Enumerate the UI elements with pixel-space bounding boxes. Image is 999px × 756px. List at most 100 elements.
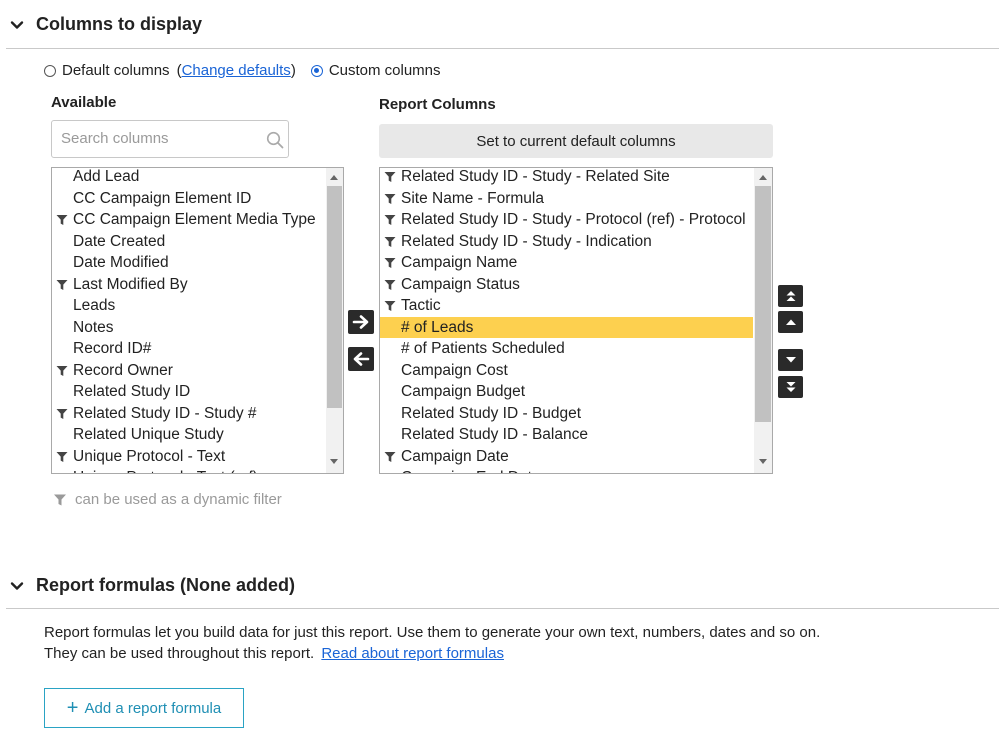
filter-icon — [56, 408, 68, 419]
list-item[interactable]: Unique Protocol - Text — [52, 446, 327, 468]
arrow-left-icon — [353, 352, 370, 366]
search-icon[interactable] — [266, 131, 284, 149]
list-item[interactable]: Campaign Name — [380, 252, 753, 274]
list-item-label: Site Name - Formula — [401, 189, 544, 207]
list-item[interactable]: Related Study ID - Budget — [380, 403, 753, 425]
available-scrollbar-thumb[interactable] — [327, 186, 342, 408]
report-columns-heading: Report Columns — [379, 96, 496, 113]
report-scrollbar-thumb[interactable] — [755, 186, 771, 422]
list-item[interactable]: Last Modified By — [52, 274, 327, 296]
filter-icon — [56, 365, 68, 376]
list-item[interactable]: Add Lead — [52, 168, 327, 188]
list-item[interactable]: Date Modified — [52, 252, 327, 274]
scroll-up-arrow-icon[interactable] — [330, 175, 338, 180]
add-column-button[interactable] — [348, 310, 374, 334]
list-item[interactable]: Record Owner — [52, 360, 327, 382]
list-item[interactable]: Related Study ID - Study - Related Site — [380, 168, 753, 188]
list-item-label: Notes — [73, 318, 114, 336]
filter-icon — [384, 236, 396, 247]
list-item-label: # of Leads — [401, 318, 474, 336]
list-item[interactable]: Record ID# — [52, 338, 327, 360]
arrow-right-icon — [352, 315, 369, 329]
filter-icon — [54, 494, 66, 506]
list-item-label: Related Study ID - Study # — [73, 404, 257, 422]
search-columns-input[interactable] — [52, 121, 261, 155]
list-item[interactable]: Related Study ID - Study - Protocol (ref… — [380, 209, 753, 231]
add-report-formula-button[interactable]: + Add a report formula — [44, 688, 244, 728]
list-item-label: Date Created — [73, 232, 166, 250]
list-item-label: Record ID# — [73, 340, 152, 357]
custom-columns-radio[interactable] — [310, 64, 323, 77]
list-item-label: Campaign Budget — [401, 383, 526, 400]
list-item[interactable]: Campaign Date — [380, 446, 753, 468]
chevron-down-icon[interactable] — [10, 579, 24, 593]
formulas-description-text: They can be used throughout this report. — [44, 645, 315, 662]
formulas-section-title: Report formulas (None added) — [36, 575, 296, 595]
move-down-button[interactable] — [778, 349, 803, 371]
list-item[interactable]: Notes — [52, 317, 327, 339]
list-item[interactable]: Campaign Status — [380, 274, 753, 296]
list-item[interactable]: CC Campaign Element ID — [52, 188, 327, 210]
remove-column-button[interactable] — [348, 347, 374, 371]
list-item[interactable]: Tactic — [380, 295, 753, 317]
scroll-up-arrow-icon[interactable] — [759, 175, 767, 180]
filter-icon — [384, 451, 396, 462]
filter-icon — [56, 215, 68, 225]
list-item[interactable]: Site Name - Formula — [380, 188, 753, 210]
list-item-label: Campaign End Date — [401, 469, 541, 473]
filter-icon — [56, 451, 68, 462]
list-item-label: CC Campaign Element ID — [73, 189, 252, 207]
add-report-formula-label: Add a report formula — [84, 699, 222, 717]
list-item[interactable]: Related Unique Study — [52, 424, 327, 446]
list-item-label: Date Modified — [73, 254, 169, 271]
list-item-label: Related Study ID - Balance — [401, 426, 588, 443]
available-scrollbar[interactable] — [326, 168, 343, 473]
formulas-description-line1: Report formulas let you build data for j… — [44, 624, 821, 641]
list-item-label: Related Unique Study — [73, 426, 224, 443]
filter-icon — [56, 279, 68, 290]
default-columns-label: Default columns — [62, 62, 170, 79]
available-columns-list[interactable]: Add Lead CC Campaign Element ID CC Campaig… — [51, 167, 344, 474]
chevron-down-icon[interactable] — [10, 18, 24, 32]
move-up-button[interactable] — [778, 311, 803, 333]
list-item-label: Campaign Status — [401, 275, 520, 293]
section-divider — [6, 48, 999, 49]
change-defaults-link[interactable]: Change defaults — [182, 62, 291, 79]
list-item-label: CC Campaign Element Media Type — [73, 211, 316, 228]
set-default-columns-button[interactable]: Set to current default columns — [379, 124, 773, 158]
list-item[interactable]: Related Study ID - Study - Indication — [380, 231, 753, 253]
scroll-down-arrow-icon[interactable] — [330, 459, 338, 464]
list-item-label: Campaign Cost — [401, 361, 508, 379]
formulas-description-line2: They can be used throughout this report.… — [44, 645, 504, 662]
list-item[interactable]: Date Created — [52, 231, 327, 253]
move-top-icon — [786, 291, 795, 301]
list-item[interactable]: Unique Protocol - Text (ref) — [52, 467, 327, 473]
filter-icon — [384, 172, 396, 182]
columns-section-title: Columns to display — [36, 14, 203, 34]
paren-close: ) — [290, 62, 296, 79]
move-to-bottom-button[interactable] — [778, 376, 803, 398]
scroll-down-arrow-icon[interactable] — [759, 459, 767, 464]
report-list-items: Related Study ID - Study - Related Site S… — [380, 168, 753, 473]
list-item-label: Unique Protocol - Text — [73, 447, 226, 465]
list-item[interactable]: # of Leads — [380, 316, 753, 338]
list-item[interactable]: Campaign Budget — [380, 381, 753, 403]
list-item[interactable]: Related Study ID - Balance — [380, 424, 753, 446]
list-item-label: Leads — [73, 297, 116, 314]
list-item[interactable]: Related Study ID - Study # — [52, 403, 327, 425]
list-item[interactable]: Campaign End Date — [380, 467, 753, 473]
report-columns-list[interactable]: Related Study ID - Study - Related Site S… — [379, 167, 773, 474]
list-item[interactable]: Leads — [52, 295, 327, 317]
column-mode-options: Default columns ( Change defaults ) Cust… — [44, 62, 441, 79]
read-about-formulas-link[interactable]: Read about report formulas — [321, 645, 504, 662]
move-bottom-icon — [786, 382, 795, 392]
list-item[interactable]: # of Patients Scheduled — [380, 338, 753, 360]
list-item[interactable]: Campaign Cost — [380, 360, 753, 382]
list-item-label: Related Study ID - Budget — [401, 404, 582, 422]
list-item[interactable]: CC Campaign Element Media Type — [52, 209, 327, 231]
report-scrollbar[interactable] — [754, 168, 772, 473]
list-item[interactable]: Related Study ID — [52, 381, 327, 403]
move-to-top-button[interactable] — [778, 285, 803, 307]
filter-note: can be used as a dynamic filter — [75, 491, 282, 508]
default-columns-radio[interactable] — [44, 64, 56, 77]
